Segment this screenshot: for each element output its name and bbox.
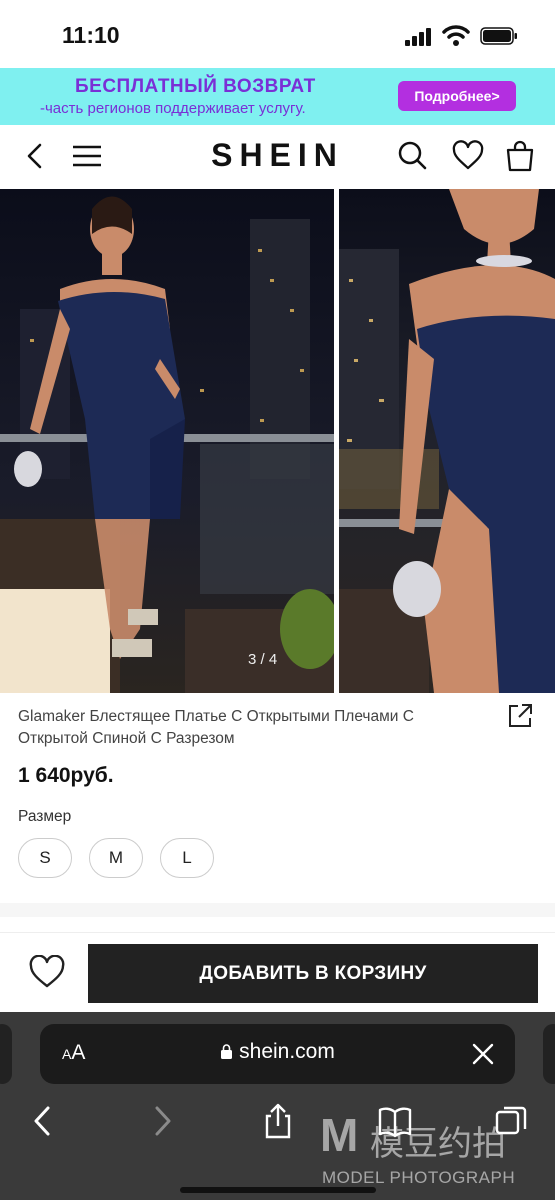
section-divider (0, 903, 555, 917)
product-gallery[interactable]: 3 / 4 (0, 189, 555, 693)
wifi-icon (442, 25, 470, 46)
product-photo[interactable] (339, 189, 555, 693)
site-header: SHEIN (0, 125, 555, 189)
product-photo[interactable] (0, 189, 334, 693)
watermark-english: MODEL PHOTOGRAPH (322, 1168, 516, 1187)
share-sheet-icon[interactable] (261, 1102, 295, 1140)
forward-arrow-icon[interactable] (145, 1102, 179, 1140)
promo-title: БЕСПЛАТНЫЙ ВОЗВРАТ (75, 76, 316, 97)
search-icon[interactable] (395, 139, 429, 173)
size-option-s[interactable]: S (18, 838, 72, 878)
watermark-letter: M (320, 1109, 359, 1161)
share-icon[interactable] (506, 702, 534, 730)
product-photo-image (339, 189, 555, 693)
status-bar: 11:10 (0, 0, 555, 68)
product-photo-image (0, 189, 334, 693)
promo-more-button[interactable]: Подробнее> (398, 81, 516, 111)
gallery-counter: 3 / 4 (248, 651, 278, 668)
battery-icon (480, 27, 517, 45)
close-icon[interactable] (471, 1042, 495, 1066)
shopping-bag-icon[interactable] (503, 139, 537, 173)
promo-subtitle: -часть регионов поддерживает услугу. (40, 100, 306, 117)
product-price: 1 640руб. (18, 764, 114, 787)
product-title: Glamaker Блестящее Платье С Открытыми Пл… (18, 708, 414, 747)
promo-banner[interactable]: БЕСПЛАТНЫЙ ВОЗВРАТ -часть регионов подде… (0, 68, 555, 125)
size-option-m[interactable]: M (89, 838, 143, 878)
url-text[interactable]: shein.com (40, 1040, 515, 1064)
wishlist-icon[interactable] (451, 139, 485, 173)
heart-icon[interactable] (28, 955, 66, 989)
cellular-signal-icon (405, 28, 431, 46)
previous-tab-edge[interactable] (0, 1024, 12, 1084)
url-label: shein.com (239, 1040, 335, 1063)
cart-bar: ДОБАВИТЬ В КОРЗИНУ (0, 932, 555, 1012)
watermark-chinese: 模豆约拍 (370, 1125, 506, 1163)
lock-icon (221, 1044, 233, 1059)
address-bar[interactable]: AA shein.com (40, 1024, 515, 1084)
add-to-cart-button[interactable]: ДОБАВИТЬ В КОРЗИНУ (88, 944, 538, 1003)
status-time: 11:10 (62, 22, 120, 48)
size-option-l[interactable]: L (160, 838, 214, 878)
size-label: Размер (18, 808, 72, 825)
next-tab-edge[interactable] (543, 1024, 555, 1084)
back-arrow-icon[interactable] (26, 1102, 60, 1140)
